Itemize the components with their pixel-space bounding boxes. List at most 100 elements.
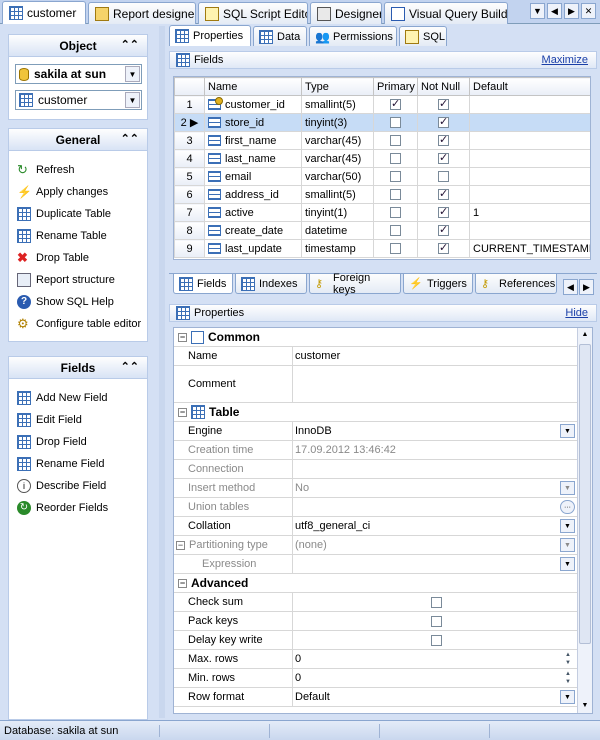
collapse-icon[interactable]: −: [178, 407, 187, 417]
primary-checkbox[interactable]: [390, 243, 401, 255]
field-type-cell[interactable]: smallint(5): [301, 95, 374, 114]
show-sql-help-link[interactable]: ? Show SQL Help: [9, 291, 147, 313]
partitioning-type-select[interactable]: (none) ▼: [293, 536, 577, 554]
close-icon[interactable]: ✕: [581, 3, 596, 19]
field-name-cell[interactable]: address_id: [204, 185, 302, 204]
tab-scroll-right-icon[interactable]: ▶: [579, 279, 594, 295]
tab-sql-script-editor[interactable]: SQL Script Editor: [198, 2, 308, 24]
tab-indexes[interactable]: Indexes: [235, 274, 307, 294]
field-type-cell[interactable]: varchar(50): [301, 167, 374, 186]
field-name-cell[interactable]: first_name: [204, 131, 302, 150]
chevron-down-icon[interactable]: ▼: [560, 557, 575, 571]
primary-checkbox[interactable]: [390, 153, 401, 165]
table-row[interactable]: 8 create_date datetime: [174, 221, 590, 240]
report-structure-link[interactable]: Report structure: [9, 269, 147, 291]
default-cell[interactable]: [469, 131, 590, 150]
default-cell[interactable]: [469, 221, 590, 240]
tab-visual-query-builder[interactable]: Visual Query Builder: [384, 2, 508, 24]
not-null-checkbox[interactable]: [438, 241, 449, 255]
field-type-cell[interactable]: tinyint(3): [301, 113, 374, 132]
tab-fields[interactable]: Fields: [173, 274, 233, 294]
chevron-down-icon[interactable]: ▼: [560, 690, 575, 704]
collapse-icon[interactable]: −: [178, 578, 187, 588]
collapse-icon[interactable]: ⌃⌃: [121, 38, 139, 51]
tab-scroll-left-icon[interactable]: ◀: [547, 3, 562, 19]
not-null-checkbox[interactable]: [438, 133, 449, 147]
chevron-down-icon[interactable]: ▼: [560, 481, 575, 495]
tab-sql[interactable]: SQL: [399, 26, 447, 46]
table-row[interactable]: 3 first_name varchar(45): [174, 131, 590, 150]
field-name-cell[interactable]: customer_id: [204, 95, 302, 114]
drop-table-link[interactable]: ✖ Drop Table: [9, 247, 147, 269]
tab-triggers[interactable]: ⚡ Triggers: [403, 274, 473, 294]
scrollbar-thumb[interactable]: [579, 344, 591, 644]
chevron-down-icon[interactable]: ▼: [125, 66, 140, 82]
field-name-cell[interactable]: last_name: [204, 149, 302, 168]
default-cell[interactable]: 1: [469, 203, 590, 222]
tab-data[interactable]: Data: [253, 26, 307, 46]
column-header-default[interactable]: Default: [469, 77, 590, 96]
default-cell[interactable]: [469, 185, 590, 204]
expression-select[interactable]: ▼: [293, 555, 577, 573]
field-type-cell[interactable]: datetime: [301, 221, 374, 240]
field-type-cell[interactable]: timestamp: [301, 239, 374, 258]
check-sum-checkbox[interactable]: [430, 596, 442, 608]
ellipsis-icon[interactable]: ···: [560, 500, 575, 514]
row-format-select[interactable]: Default ▼: [293, 688, 577, 706]
database-select[interactable]: sakila at sun ▼: [15, 64, 142, 84]
default-cell[interactable]: CURRENT_TIMESTAMP: [469, 239, 590, 258]
tab-foreign-keys[interactable]: ⚷ Foreign keys: [309, 272, 401, 296]
refresh-link[interactable]: ↻ Refresh: [9, 159, 147, 181]
edit-field-link[interactable]: Edit Field: [9, 409, 147, 431]
table-row[interactable]: 1 customer_id smallint(5): [174, 95, 590, 114]
primary-checkbox[interactable]: [390, 225, 401, 237]
min-rows-stepper[interactable]: 0 ▲ ▼: [293, 669, 577, 687]
primary-checkbox[interactable]: [390, 117, 401, 129]
chevron-down-icon[interactable]: ▼: [560, 424, 575, 438]
apply-changes-link[interactable]: ⚡ Apply changes: [9, 181, 147, 203]
group-common[interactable]: − Common: [174, 328, 577, 347]
default-cell[interactable]: [469, 95, 590, 114]
collation-select[interactable]: utf8_general_ci ▼: [293, 517, 577, 535]
name-field[interactable]: customer: [293, 347, 577, 365]
hide-link[interactable]: Hide: [565, 307, 588, 319]
field-type-cell[interactable]: varchar(45): [301, 131, 374, 150]
tab-scroll-left-icon[interactable]: ◀: [563, 279, 578, 295]
field-name-cell[interactable]: email: [204, 167, 302, 186]
comment-field[interactable]: [293, 366, 577, 402]
rename-field-link[interactable]: Rename Field: [9, 453, 147, 475]
object-panel-header[interactable]: Object ⌃⌃: [9, 35, 147, 57]
tab-designer[interactable]: Designer: [310, 2, 382, 24]
rename-table-link[interactable]: Rename Table: [9, 225, 147, 247]
tab-permissions[interactable]: 👥 Permissions: [309, 26, 397, 46]
spin-icon[interactable]: ▲ ▼: [562, 670, 574, 686]
insert-method-select[interactable]: No ▼: [293, 479, 577, 497]
tab-list-dropdown-icon[interactable]: ▼: [530, 3, 545, 19]
tab-scroll-right-icon[interactable]: ▶: [564, 3, 579, 19]
default-cell[interactable]: [469, 113, 590, 132]
fields-panel-header[interactable]: Fields ⌃⌃: [9, 357, 147, 379]
primary-checkbox[interactable]: [390, 189, 401, 201]
duplicate-table-link[interactable]: Duplicate Table: [9, 203, 147, 225]
field-name-cell[interactable]: last_update: [204, 239, 302, 258]
column-header-name[interactable]: Name: [204, 77, 302, 96]
table-row[interactable]: 5 email varchar(50): [174, 167, 590, 186]
collapse-icon[interactable]: −: [176, 540, 185, 550]
collapse-icon[interactable]: −: [178, 332, 187, 342]
column-header-not-null[interactable]: Not Null: [417, 77, 470, 96]
not-null-checkbox[interactable]: [438, 115, 449, 129]
chevron-down-icon[interactable]: ▼: [125, 92, 140, 108]
spin-icon[interactable]: ▲ ▼: [562, 651, 574, 667]
field-name-cell[interactable]: store_id: [204, 113, 302, 132]
maximize-link[interactable]: Maximize: [542, 54, 588, 66]
not-null-checkbox[interactable]: [438, 97, 449, 111]
not-null-checkbox[interactable]: [438, 151, 449, 165]
table-select[interactable]: customer ▼: [15, 90, 142, 110]
general-panel-header[interactable]: General ⌃⌃: [9, 129, 147, 151]
table-row[interactable]: 7activetinyint(1) 1: [174, 203, 590, 222]
field-type-cell[interactable]: varchar(45): [301, 149, 374, 168]
chevron-down-icon[interactable]: ▼: [560, 519, 575, 533]
max-rows-stepper[interactable]: 0 ▲ ▼: [293, 650, 577, 668]
field-type-cell[interactable]: tinyint(1): [301, 203, 374, 222]
field-name-cell[interactable]: create_date: [204, 221, 302, 240]
